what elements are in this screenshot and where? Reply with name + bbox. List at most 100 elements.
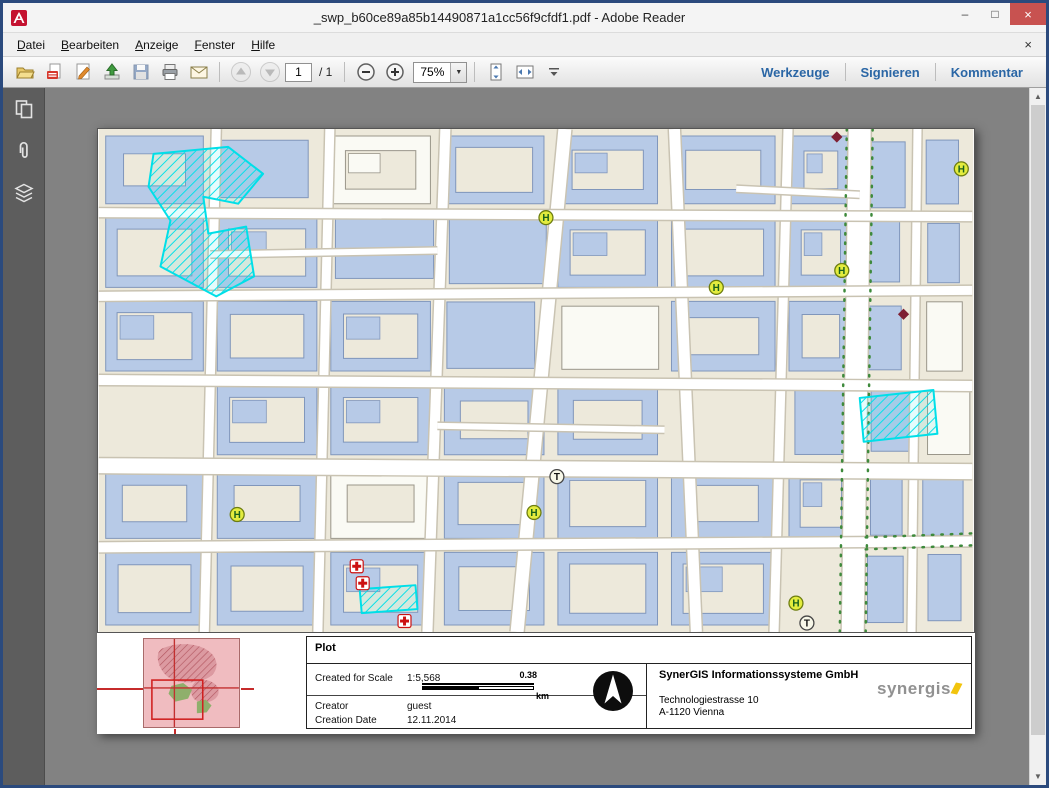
create-pdf-button[interactable]	[40, 60, 67, 85]
scale-bar-value: 0.38	[509, 670, 537, 680]
next-page-icon	[259, 61, 281, 83]
svg-text:T: T	[554, 472, 560, 483]
menubar-close-icon[interactable]: ×	[1016, 37, 1040, 52]
layers-icon	[12, 181, 36, 205]
minimize-button[interactable]: –	[950, 3, 980, 25]
sign-pen-icon	[73, 62, 93, 82]
menu-hilfe[interactable]: Hilfe	[243, 35, 283, 55]
close-button[interactable]: ×	[1010, 3, 1046, 25]
zoom-dropdown-button[interactable]: ▼	[450, 63, 466, 82]
title-bar: _swp_b60ce89a85b14490871a1cc56f9cfdf1.pd…	[3, 3, 1046, 33]
svg-text:H: H	[713, 283, 720, 294]
email-button[interactable]	[185, 60, 212, 85]
scale-bar-unit: km	[536, 691, 549, 701]
document-viewport[interactable]: HHHHHHHTT	[46, 88, 1029, 785]
werkzeuge-button[interactable]: Werkzeuge	[746, 65, 844, 80]
synergis-logo: synergis	[877, 679, 960, 699]
scroll-down-arrow[interactable]: ▼	[1030, 768, 1046, 785]
north-arrow-icon	[591, 669, 635, 713]
svg-text:H: H	[838, 266, 845, 277]
overview-minimap	[143, 638, 240, 728]
menu-anzeige[interactable]: Anzeige	[127, 35, 186, 55]
zoom-out-button[interactable]	[352, 60, 379, 85]
more-tools-button[interactable]	[540, 60, 567, 85]
menu-bearbeiten[interactable]: Bearbeiten	[53, 35, 127, 55]
save-button[interactable]	[127, 60, 154, 85]
toolbar-separator	[344, 62, 345, 82]
upload-arrow-icon	[102, 62, 122, 82]
page-thumbnails-icon	[12, 97, 36, 121]
toolbar-right-actions: Werkzeuge Signieren Kommentar	[746, 63, 1038, 81]
window-title: _swp_b60ce89a85b14490871a1cc56f9cfdf1.pd…	[63, 10, 936, 25]
email-envelope-icon	[189, 62, 209, 82]
company-address: Technologiestrasse 10	[659, 695, 759, 706]
share-upload-button[interactable]	[98, 60, 125, 85]
previous-page-icon	[230, 61, 252, 83]
previous-page-button[interactable]	[227, 60, 254, 85]
adobe-reader-icon	[10, 9, 28, 27]
page-scroll-mode-icon	[486, 62, 506, 82]
svg-text:H: H	[542, 213, 549, 224]
creator-label: Creator	[315, 701, 348, 712]
company-name: SynerGIS Informationssysteme GmbH	[659, 669, 858, 681]
synergis-logo-tick-icon	[950, 682, 962, 694]
sign-document-button[interactable]	[69, 60, 96, 85]
zoom-level-combo[interactable]: 75% ▼	[413, 62, 467, 83]
zoom-level-value: 75%	[414, 65, 450, 79]
menu-bar: Datei Bearbeiten Anzeige Fenster Hilfe ×	[3, 33, 1046, 57]
toolbar-separator	[219, 62, 220, 82]
zoom-in-button[interactable]	[381, 60, 408, 85]
extent-crosshair-line	[97, 688, 143, 690]
scale-bar	[422, 683, 534, 685]
navigation-rail	[3, 88, 45, 785]
open-file-button[interactable]	[11, 60, 38, 85]
svg-text:H: H	[530, 508, 537, 519]
menu-datei[interactable]: Datei	[9, 35, 53, 55]
fit-width-icon	[515, 62, 535, 82]
plot-title: Plot	[315, 642, 336, 654]
page-scroll-mode-button[interactable]	[482, 60, 509, 85]
page-count-label: / 1	[319, 65, 332, 79]
divider	[307, 663, 971, 664]
paperclip-icon	[12, 139, 36, 163]
scrollbar-thumb[interactable]	[1031, 105, 1045, 735]
creation-date-label: Creation Date	[315, 715, 377, 726]
layers-button[interactable]	[3, 172, 45, 214]
zoom-out-icon	[356, 62, 376, 82]
page-number-input[interactable]	[285, 63, 312, 82]
adobe-reader-window: _swp_b60ce89a85b14490871a1cc56f9cfdf1.pd…	[0, 0, 1049, 788]
print-icon	[160, 62, 180, 82]
save-floppy-icon	[131, 62, 151, 82]
svg-text:T: T	[804, 619, 810, 630]
toolbar: / 1 75% ▼	[3, 57, 1046, 88]
city-map: HHHHHHHTT	[97, 128, 975, 633]
company-address: A-1120 Vienna	[659, 707, 724, 718]
svg-text:H: H	[792, 599, 799, 610]
scale-label: Created for Scale	[315, 673, 393, 684]
content-area: HHHHHHHTT	[3, 88, 1046, 785]
creator-value: guest	[407, 701, 431, 712]
menu-fenster[interactable]: Fenster	[186, 35, 243, 55]
maximize-button[interactable]: □	[980, 3, 1010, 25]
scroll-up-arrow[interactable]: ▲	[1030, 88, 1046, 105]
scale-bar-segment	[422, 686, 478, 690]
vertical-scrollbar[interactable]: ▲ ▼	[1029, 88, 1046, 785]
fit-width-button[interactable]	[511, 60, 538, 85]
print-button[interactable]	[156, 60, 183, 85]
zoom-in-icon	[385, 62, 405, 82]
more-tools-chevron-icon	[546, 64, 562, 80]
next-page-button[interactable]	[256, 60, 283, 85]
attachments-button[interactable]	[3, 130, 45, 172]
svg-text:H: H	[234, 510, 241, 521]
open-file-icon	[15, 62, 35, 82]
plot-info-box: Plot Created for Scale 1:5,568 Creator g…	[306, 636, 972, 729]
extent-crosshair-line	[174, 729, 176, 734]
signieren-button[interactable]: Signieren	[846, 65, 935, 80]
synergis-logo-text: synergis	[877, 679, 951, 698]
kommentar-button[interactable]: Kommentar	[936, 65, 1038, 80]
pdf-page: HHHHHHHTT	[97, 128, 975, 734]
create-pdf-icon	[44, 62, 64, 82]
extent-crosshair-line	[241, 688, 254, 690]
page-thumbnails-button[interactable]	[3, 88, 45, 130]
scale-bar-segment	[478, 686, 534, 690]
